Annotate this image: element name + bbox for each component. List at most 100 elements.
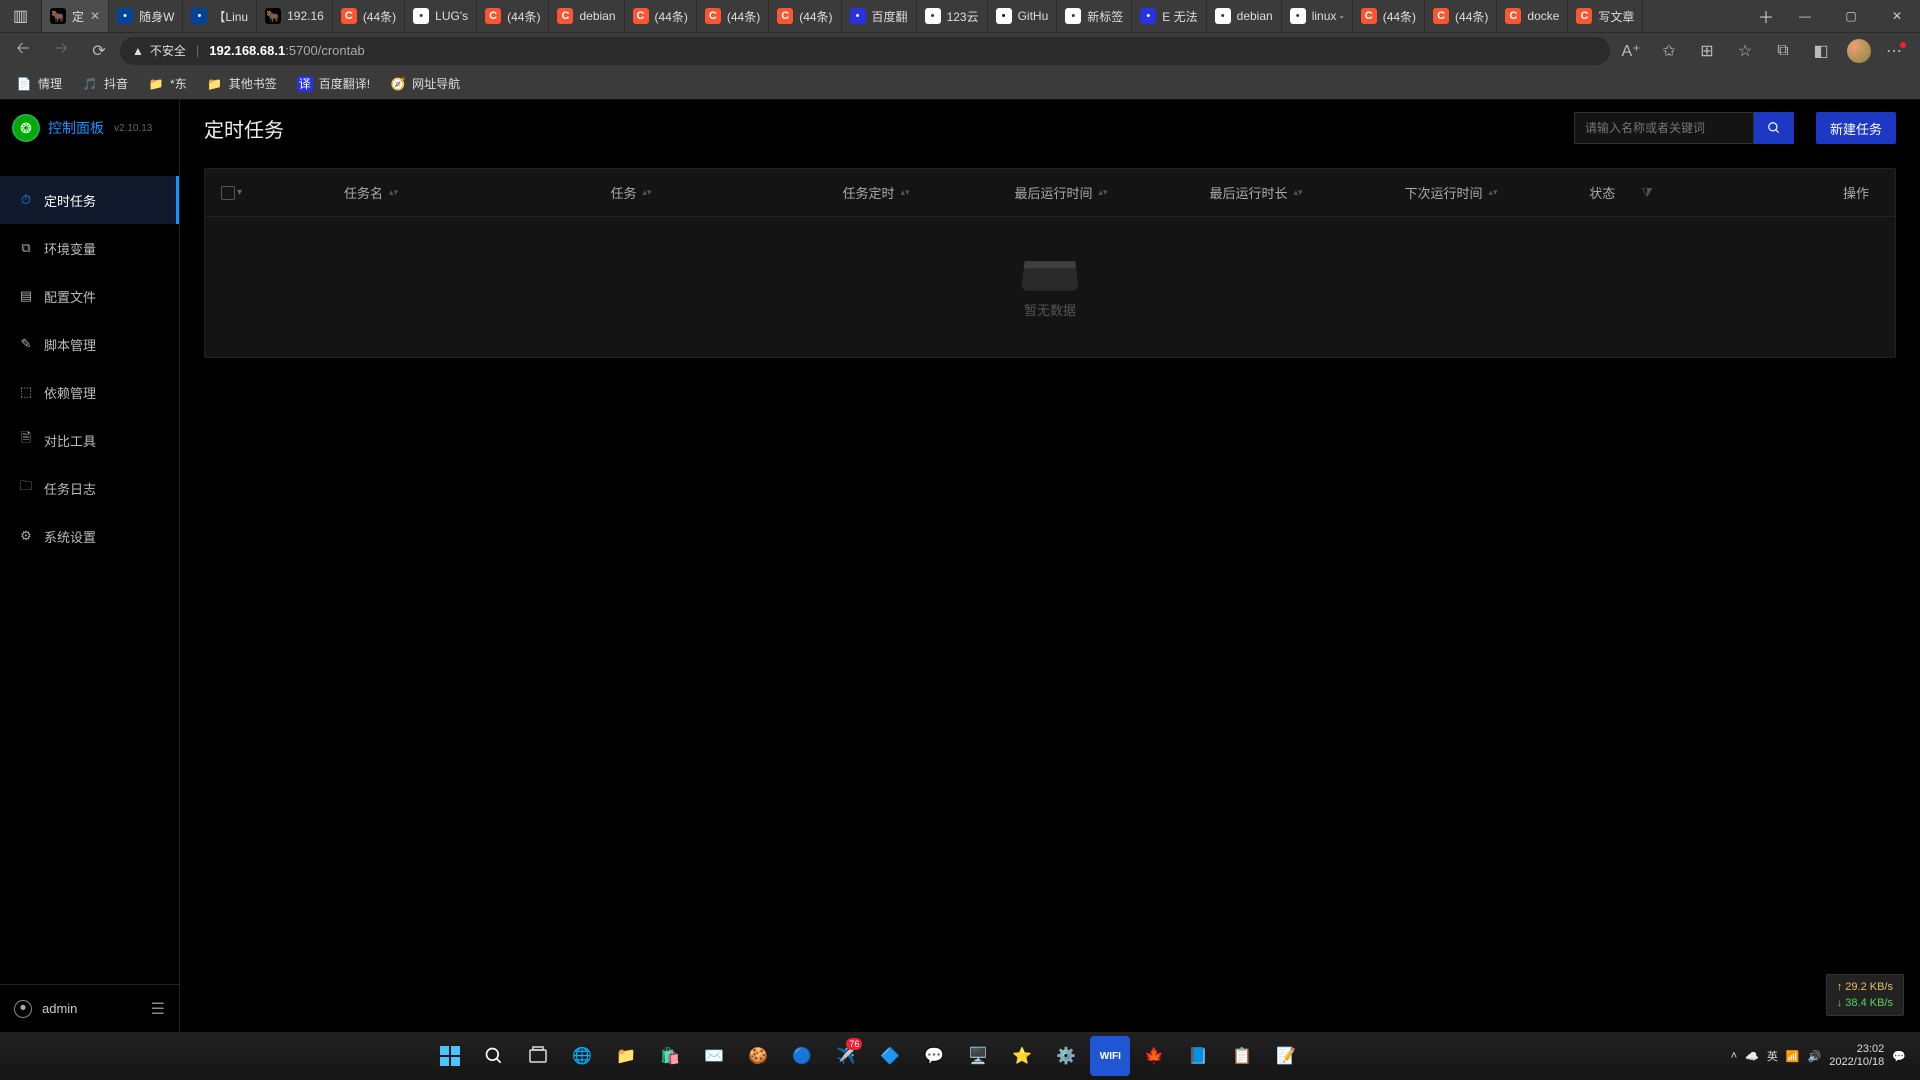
- browser-tab[interactable]: •GitHu: [988, 0, 1058, 32]
- browser-tab[interactable]: •LUG's: [405, 0, 477, 32]
- more-menu-icon[interactable]: ⋯: [1880, 36, 1914, 66]
- sidebar-item[interactable]: ▤配置文件: [0, 272, 179, 320]
- taskbar-app-wechat[interactable]: 💬: [914, 1036, 954, 1076]
- taskbar-search[interactable]: [474, 1036, 514, 1076]
- col-duration[interactable]: 最后运行时长▴▾: [1161, 183, 1351, 202]
- browser-tab[interactable]: •linux -: [1282, 0, 1353, 32]
- search-button[interactable]: [1754, 112, 1794, 144]
- volume-icon[interactable]: 🔊: [1808, 1050, 1822, 1063]
- security-indicator[interactable]: ▲ 不安全: [132, 42, 186, 59]
- user-name[interactable]: admin: [42, 1001, 141, 1016]
- sidebar-item[interactable]: ⚙系统设置: [0, 512, 179, 560]
- taskbar-app-wifi[interactable]: WIFI: [1090, 1036, 1130, 1076]
- tab-actions-icon[interactable]: ▥: [0, 0, 42, 32]
- tab-favicon: C: [1433, 8, 1449, 24]
- new-tab-button[interactable]: ＋: [1750, 4, 1782, 28]
- taskbar-app-vscode[interactable]: 📘: [1178, 1036, 1218, 1076]
- taskbar-app-notepad[interactable]: 📝: [1266, 1036, 1306, 1076]
- sidebar-item[interactable]: ⧉环境变量: [0, 224, 179, 272]
- extensions-icon[interactable]: ⊞: [1690, 36, 1724, 66]
- browser-tab[interactable]: •随身W: [109, 0, 183, 32]
- notifications-icon[interactable]: 💬: [1892, 1050, 1906, 1063]
- url-field[interactable]: ▲ 不安全 | 192.168.68.1:5700/crontab: [120, 37, 1610, 65]
- side-panel-icon[interactable]: ◧: [1804, 36, 1838, 66]
- collapse-sidebar-button[interactable]: ☰: [151, 999, 165, 1019]
- back-button[interactable]: 🡠: [6, 36, 40, 66]
- read-aloud-icon[interactable]: A⁺: [1614, 36, 1648, 66]
- new-task-button[interactable]: 新建任务: [1816, 112, 1896, 144]
- profile-avatar[interactable]: [1842, 36, 1876, 66]
- bookmark-item[interactable]: 📁其他书签: [199, 71, 285, 96]
- browser-tab[interactable]: •【Linu: [183, 0, 257, 32]
- taskbar-app-steam[interactable]: ⚙️: [1046, 1036, 1086, 1076]
- browser-tab[interactable]: C(44条): [1425, 0, 1497, 32]
- sidebar-item[interactable]: 🗎对比工具: [0, 416, 179, 464]
- browser-tab[interactable]: •E 无法: [1132, 0, 1206, 32]
- minimize-button[interactable]: —: [1782, 0, 1828, 32]
- browser-tab[interactable]: •debian: [1207, 0, 1282, 32]
- browser-tab[interactable]: C(44条): [1353, 0, 1425, 32]
- search-input[interactable]: [1574, 112, 1754, 144]
- bookmark-item[interactable]: 🎵抖音: [74, 71, 136, 96]
- taskbar-app-todo[interactable]: 📋: [1222, 1036, 1262, 1076]
- select-all[interactable]: ▾: [221, 186, 271, 200]
- taskbar-app-edge[interactable]: 🌐: [562, 1036, 602, 1076]
- taskbar-app-monitor[interactable]: 🖥️: [958, 1036, 998, 1076]
- tab-favicon: C: [633, 8, 649, 24]
- browser-tab[interactable]: C(44条): [769, 0, 841, 32]
- browser-tab[interactable]: 🐂192.16: [257, 0, 333, 32]
- browser-tab[interactable]: •百度翻: [842, 0, 917, 32]
- col-task-command[interactable]: 任务▴▾: [471, 183, 791, 202]
- taskbar-app-leaf[interactable]: 🍁: [1134, 1036, 1174, 1076]
- maximize-button[interactable]: ▢: [1828, 0, 1874, 32]
- refresh-button[interactable]: ⟳: [82, 36, 116, 66]
- browser-tab[interactable]: Cdebian: [549, 0, 624, 32]
- close-window-button[interactable]: ✕: [1874, 0, 1920, 32]
- browser-tab[interactable]: •新标签: [1057, 0, 1132, 32]
- taskbar-app-edge2[interactable]: 🔵: [782, 1036, 822, 1076]
- tab-label: LUG's: [435, 9, 468, 23]
- browser-tab[interactable]: C(44条): [697, 0, 769, 32]
- wifi-icon[interactable]: 📶: [1786, 1050, 1800, 1063]
- brand[interactable]: ❂ 控制面板 v2.10.13: [0, 100, 179, 156]
- col-task-name[interactable]: 任务名▴▾: [271, 183, 471, 202]
- col-last-run[interactable]: 最后运行时间▴▾: [961, 183, 1161, 202]
- ime-indicator[interactable]: 英: [1767, 1048, 1778, 1064]
- collections-icon[interactable]: ⧉: [1766, 36, 1800, 66]
- taskbar-app-v[interactable]: 🔷: [870, 1036, 910, 1076]
- sidebar-item[interactable]: 🗀任务日志: [0, 464, 179, 512]
- sidebar-item[interactable]: ✎脚本管理: [0, 320, 179, 368]
- col-schedule[interactable]: 任务定时▴▾: [791, 183, 961, 202]
- clock[interactable]: 23:02 2022/10/18: [1829, 1043, 1884, 1069]
- taskbar-app-explorer[interactable]: 📁: [606, 1036, 646, 1076]
- tray-chevron-up-icon[interactable]: ˄: [1731, 1050, 1737, 1062]
- favorite-icon[interactable]: ✩: [1652, 36, 1686, 66]
- browser-tab[interactable]: C写文章: [1568, 0, 1643, 32]
- col-status[interactable]: 状态⧩: [1551, 183, 1691, 202]
- taskbar-app-mail[interactable]: ✉️: [694, 1036, 734, 1076]
- filter-icon[interactable]: ⧩: [1641, 185, 1653, 201]
- bookmark-item[interactable]: 📄情理: [8, 71, 70, 96]
- browser-tab[interactable]: C(44条): [333, 0, 405, 32]
- col-next-run[interactable]: 下次运行时间▴▾: [1351, 183, 1551, 202]
- taskbar-app-telegram[interactable]: ✈️76: [826, 1036, 866, 1076]
- favorites-bar-icon[interactable]: ☆: [1728, 36, 1762, 66]
- bookmark-item[interactable]: 🧭网址导航: [382, 71, 468, 96]
- bookmark-item[interactable]: 译百度翻译!: [289, 71, 378, 96]
- browser-tab[interactable]: •123云: [917, 0, 988, 32]
- close-tab-icon[interactable]: ✕: [90, 9, 100, 23]
- browser-tab[interactable]: C(44条): [477, 0, 549, 32]
- forward-button[interactable]: 🡢: [44, 36, 78, 66]
- sidebar-item[interactable]: ⏱定时任务: [0, 176, 179, 224]
- bookmark-item[interactable]: 📁*东: [140, 71, 195, 96]
- start-button[interactable]: [430, 1036, 470, 1076]
- tray-onedrive-icon[interactable]: ☁️: [1745, 1050, 1759, 1063]
- browser-tab[interactable]: Cdocke: [1497, 0, 1568, 32]
- taskbar-app-cookie[interactable]: 🍪: [738, 1036, 778, 1076]
- browser-tab[interactable]: 🐂定✕: [42, 0, 109, 32]
- taskbar-app-store[interactable]: 🛍️: [650, 1036, 690, 1076]
- task-view[interactable]: [518, 1036, 558, 1076]
- taskbar-app-star[interactable]: ⭐: [1002, 1036, 1042, 1076]
- browser-tab[interactable]: C(44条): [625, 0, 697, 32]
- sidebar-item[interactable]: ⬚依赖管理: [0, 368, 179, 416]
